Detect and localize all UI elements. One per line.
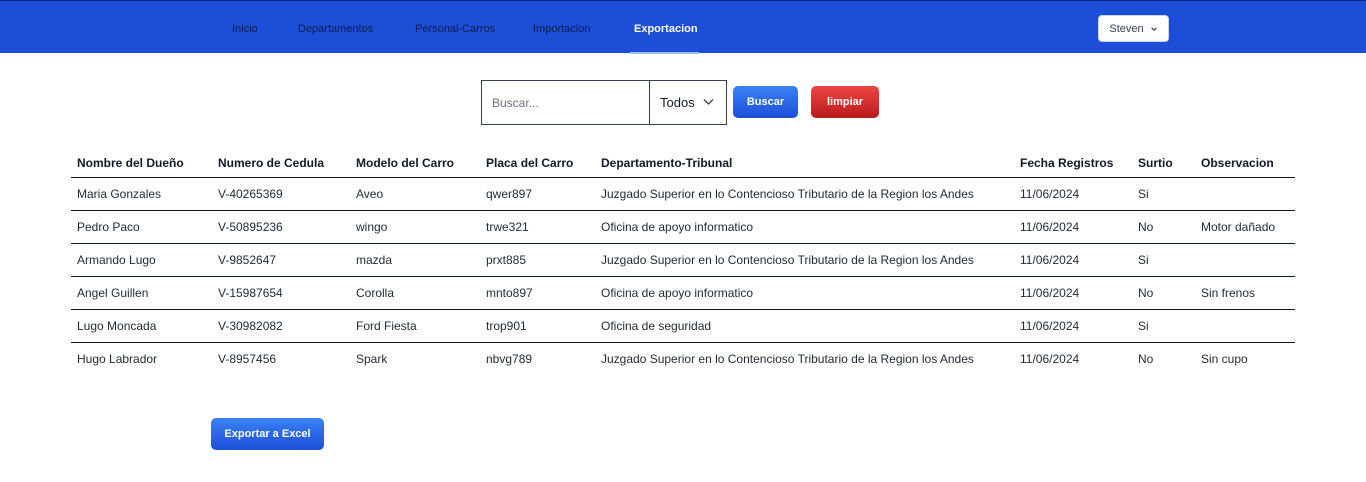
column-header-date: Fecha Registros bbox=[1014, 150, 1132, 178]
cell-owner: Pedro Paco bbox=[71, 210, 212, 244]
cell-surtio: No bbox=[1138, 351, 1154, 366]
cell-model: Spark bbox=[356, 351, 388, 366]
chevron-down-icon bbox=[703, 99, 714, 105]
cell-plate: qwer897 bbox=[480, 177, 595, 211]
search-button[interactable]: Buscar bbox=[733, 86, 798, 118]
table-row: Lugo Moncada V-30982082 Ford Fiesta trop… bbox=[71, 309, 1295, 343]
cell-owner: Maria Gonzales bbox=[71, 177, 212, 211]
cell-department: Oficina de apoyo informatico bbox=[595, 276, 1014, 310]
filter-select-value: Todos bbox=[660, 95, 695, 110]
cell-surtio: Si bbox=[1132, 177, 1195, 211]
cell-owner: Lugo Moncada bbox=[71, 309, 212, 343]
cell-date: 11/06/2024 bbox=[1014, 309, 1132, 343]
cell-surtio: No bbox=[1132, 210, 1195, 244]
column-header-observation: Observacion bbox=[1195, 150, 1295, 178]
table-row: Maria Gonzales V-40265369 Aveo qwer897 J… bbox=[71, 177, 1295, 211]
table-row: Angel Guillen V-15987654 Corolla mnto897… bbox=[71, 276, 1295, 310]
cell-cedula: V-50895236 bbox=[212, 210, 350, 244]
cell-date: 11/06/2024 bbox=[1014, 210, 1132, 244]
column-header-plate: Placa del Carro bbox=[480, 150, 595, 178]
chevron-down-icon bbox=[1150, 26, 1157, 31]
cell-observation bbox=[1195, 177, 1295, 211]
cell-plate: prxt885 bbox=[480, 243, 595, 277]
table-header-row: Nombre del Dueño Numero de Cedula Modelo… bbox=[71, 150, 1295, 178]
cell-department: Oficina de seguridad bbox=[595, 309, 1014, 343]
cell-department: Juzgado Superior en lo Contencioso Tribu… bbox=[595, 177, 1014, 211]
cell-cedula: V-9852647 bbox=[212, 243, 350, 277]
column-header-model: Modelo del Carro bbox=[350, 150, 480, 178]
top-navbar: Inicio Departamentos Personal-Carros Imp… bbox=[0, 0, 1366, 54]
cell-surtio: Si bbox=[1132, 243, 1195, 277]
cell-surtio: No bbox=[1132, 276, 1195, 310]
nav-item-exportacion[interactable]: Exportacion bbox=[634, 23, 698, 35]
cell-cedula: V-40265369 bbox=[212, 177, 350, 211]
table-row: Armando Lugo V-9852647 mazda prxt885 Juz… bbox=[71, 243, 1295, 277]
cell-date: 11/06/2024 bbox=[1020, 351, 1080, 366]
nav-item-importacion[interactable]: Importacion bbox=[533, 23, 590, 35]
cell-department: Juzgado Superior en lo Contencioso Tribu… bbox=[601, 351, 974, 366]
search-input[interactable] bbox=[481, 80, 649, 125]
cell-observation bbox=[1195, 309, 1295, 343]
table-row: Pedro Paco V-50895236 wingo trwe321 Ofic… bbox=[71, 210, 1295, 244]
cell-plate: trwe321 bbox=[480, 210, 595, 244]
user-name: Steven bbox=[1109, 22, 1144, 35]
cell-observation: Motor dañado bbox=[1195, 210, 1295, 244]
nav-item-personal-carros[interactable]: Personal-Carros bbox=[415, 23, 495, 35]
cell-model: mazda bbox=[350, 243, 480, 277]
cell-owner: Armando Lugo bbox=[71, 243, 212, 277]
nav-item-departamentos[interactable]: Departamentos bbox=[298, 23, 373, 35]
cell-cedula: V-30982082 bbox=[212, 309, 350, 343]
cell-owner: Angel Guillen bbox=[71, 276, 212, 310]
cell-model: Corolla bbox=[350, 276, 480, 310]
cell-department: Juzgado Superior en lo Contencioso Tribu… bbox=[595, 243, 1014, 277]
cell-date: 11/06/2024 bbox=[1014, 243, 1132, 277]
cell-cedula: V-8957456 bbox=[218, 351, 277, 366]
filter-select[interactable]: Todos bbox=[649, 80, 727, 125]
column-header-department: Departamento-Tribunal bbox=[595, 150, 1014, 178]
cell-plate: mnto897 bbox=[480, 276, 595, 310]
cell-plate: trop901 bbox=[480, 309, 595, 343]
cell-date: 11/06/2024 bbox=[1014, 177, 1132, 211]
export-excel-button[interactable]: Exportar a Excel bbox=[211, 418, 324, 450]
column-header-cedula: Numero de Cedula bbox=[212, 150, 350, 178]
cell-model: wingo bbox=[350, 210, 480, 244]
column-header-surtio: Surtio bbox=[1132, 150, 1195, 178]
cell-observation bbox=[1195, 243, 1295, 277]
user-menu-button[interactable]: Steven bbox=[1098, 15, 1169, 42]
cell-surtio: Si bbox=[1132, 309, 1195, 343]
cell-observation: Sin cupo bbox=[1201, 351, 1248, 366]
cell-plate: nbvg789 bbox=[486, 351, 533, 366]
cell-department: Oficina de apoyo informatico bbox=[595, 210, 1014, 244]
cell-owner: Hugo Labrador bbox=[77, 351, 158, 366]
records-table: Nombre del Dueño Numero de Cedula Modelo… bbox=[71, 150, 1295, 375]
cell-model: Ford Fiesta bbox=[350, 309, 480, 343]
cell-model: Aveo bbox=[350, 177, 480, 211]
column-header-owner: Nombre del Dueño bbox=[71, 150, 212, 178]
cell-observation: Sin frenos bbox=[1195, 276, 1295, 310]
clear-button[interactable]: limpiar bbox=[811, 86, 879, 118]
table-row: Hugo Labrador V-8957456 Spark nbvg789 Ju… bbox=[71, 342, 1295, 375]
cell-cedula: V-15987654 bbox=[212, 276, 350, 310]
active-tab-indicator bbox=[630, 52, 699, 54]
cell-date: 11/06/2024 bbox=[1014, 276, 1132, 310]
nav-item-inicio[interactable]: Inicio bbox=[232, 23, 258, 35]
